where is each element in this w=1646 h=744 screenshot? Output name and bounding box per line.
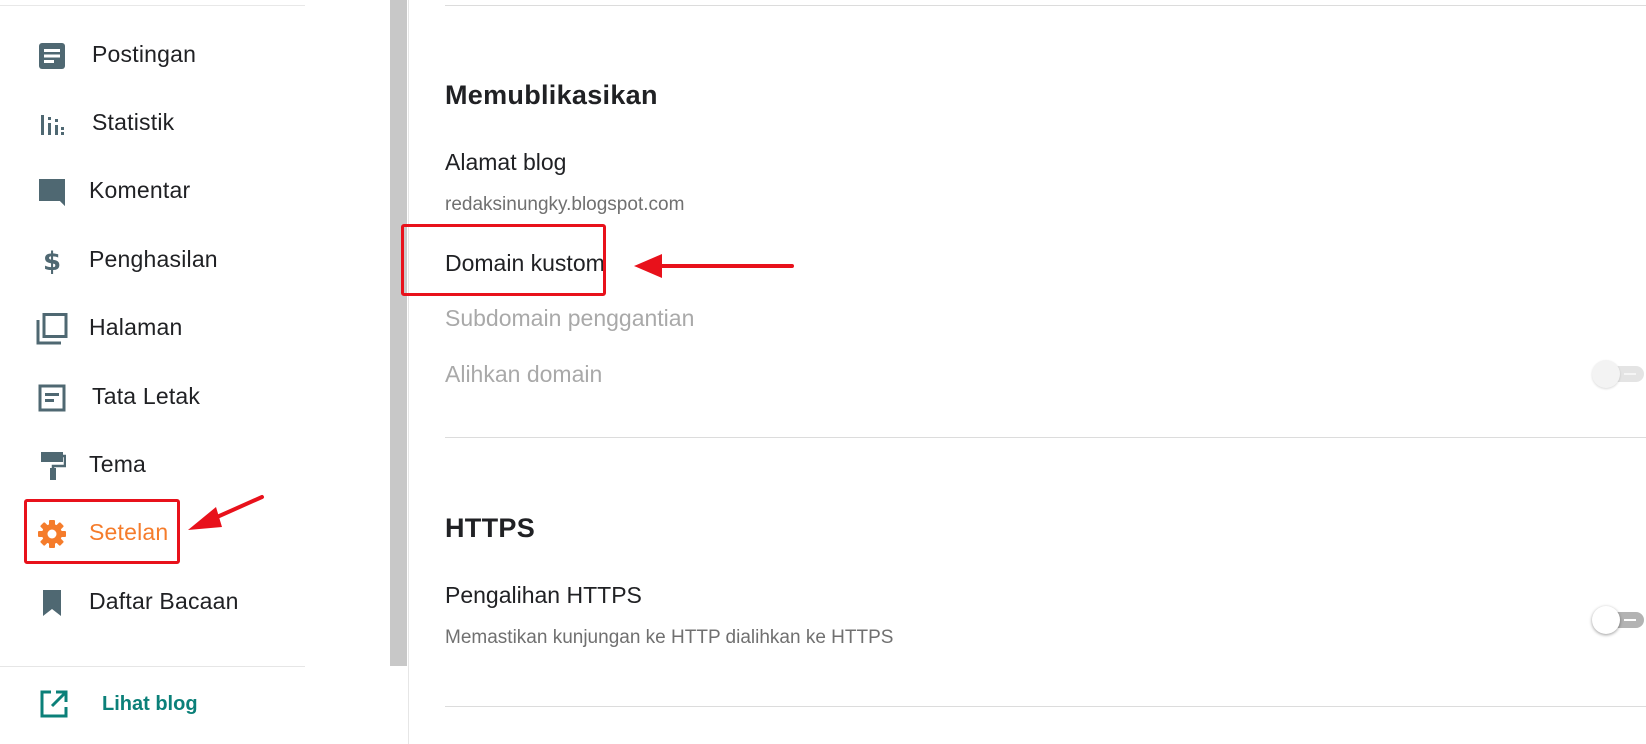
svg-text:$: $ <box>43 247 61 276</box>
publish-section-title: Memublikasikan <box>445 80 658 110</box>
https-redirect-toggle[interactable] <box>1592 606 1644 634</box>
section-divider-middle <box>445 437 1646 438</box>
settings-content: Memublikasikan Alamat blog redaksinungky… <box>409 0 1646 744</box>
redirect-domain-toggle[interactable] <box>1592 360 1644 388</box>
blog-address-label[interactable]: Alamat blog <box>445 149 566 176</box>
sidebar-item-statistik[interactable]: Statistik <box>0 92 305 152</box>
sidebar-item-label: Tema <box>89 451 147 477</box>
section-divider-bottom <box>445 706 1646 707</box>
layout-icon <box>36 382 68 414</box>
sidebar-top-divider <box>0 5 305 6</box>
section-divider-top <box>445 5 1646 6</box>
sidebar-item-penghasilan[interactable]: $ Penghasilan <box>0 229 305 289</box>
pages-icon <box>36 313 68 345</box>
sidebar: Postingan Statistik Komentar $ Penghasil… <box>0 0 390 744</box>
external-link-icon <box>38 688 70 720</box>
https-redirect-label: Pengalihan HTTPS <box>445 582 642 608</box>
blog-address-value: redaksinungky.blogspot.com <box>445 194 685 215</box>
sidebar-item-label: Statistik <box>92 109 175 135</box>
sidebar-scrollbar[interactable] <box>390 0 407 666</box>
toggle-thumb <box>1592 360 1620 388</box>
sidebar-item-label: Halaman <box>89 314 183 340</box>
view-blog-label: Lihat blog <box>102 693 198 715</box>
custom-domain-highlight-box <box>401 224 606 296</box>
view-blog-link[interactable]: Lihat blog <box>0 676 305 732</box>
sidebar-item-label: Penghasilan <box>89 246 218 272</box>
sidebar-bottom-divider <box>0 666 305 667</box>
dollar-icon: $ <box>36 245 68 277</box>
sidebar-item-halaman[interactable]: Halaman <box>0 297 305 357</box>
paint-roller-icon <box>36 450 68 482</box>
sidebar-item-postingan[interactable]: Postingan <box>0 24 305 84</box>
sidebar-item-daftar-bacaan[interactable]: Daftar Bacaan <box>0 571 305 631</box>
sidebar-item-label: Komentar <box>89 177 191 203</box>
https-redirect-description: Memastikan kunjungan ke HTTP dialihkan k… <box>445 627 894 648</box>
setelan-highlight-box <box>24 499 180 564</box>
sidebar-item-tema[interactable]: Tema <box>0 434 305 494</box>
posts-icon <box>36 40 68 72</box>
toggle-thumb <box>1592 606 1620 634</box>
sidebar-item-label: Daftar Bacaan <box>89 588 239 614</box>
sidebar-item-label: Postingan <box>92 41 197 67</box>
redirect-domain-label: Alihkan domain <box>445 361 603 387</box>
bookmark-icon <box>36 587 68 619</box>
sidebar-item-label: Tata Letak <box>92 383 201 409</box>
https-section-title: HTTPS <box>445 513 536 543</box>
fallback-subdomain-setting: Subdomain penggantian <box>445 305 695 331</box>
sidebar-item-tata-letak[interactable]: Tata Letak <box>0 366 305 426</box>
sidebar-item-komentar[interactable]: Komentar <box>0 160 305 220</box>
stats-icon <box>36 108 68 140</box>
comment-icon <box>36 176 68 208</box>
